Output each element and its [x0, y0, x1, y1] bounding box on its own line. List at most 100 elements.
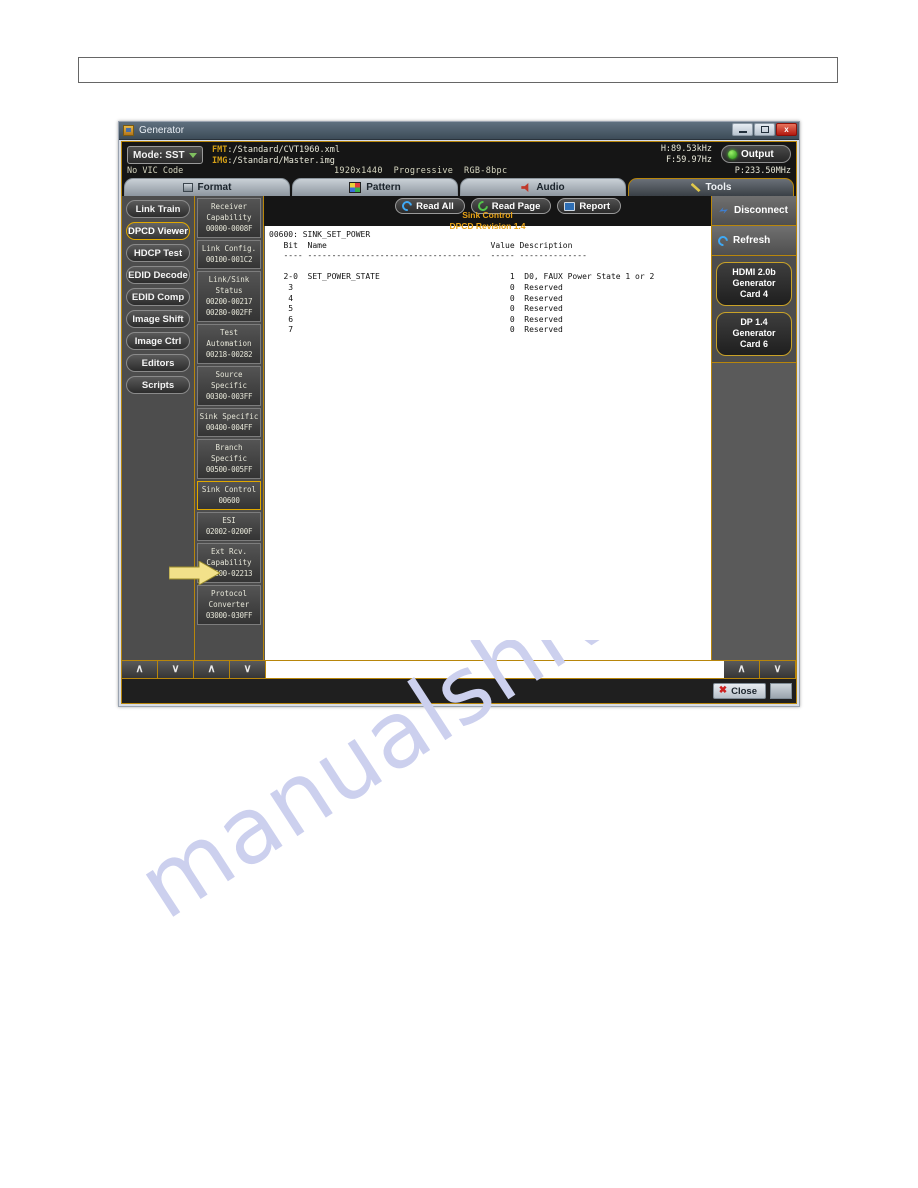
monitor-icon	[182, 183, 193, 192]
bottom-bar: ✖ Close	[122, 678, 796, 703]
speaker-icon	[521, 183, 529, 192]
resize-grip[interactable]	[770, 683, 792, 699]
range-link-config[interactable]: Link Config. 00100-001C2	[197, 240, 261, 269]
tab-format-label: Format	[197, 182, 232, 193]
card-dp-generator[interactable]: DP 1.4 Generator Card 6	[716, 312, 792, 356]
dpcd-revision-text: DPCD Revision 1.4	[449, 221, 526, 231]
range-sink-specific[interactable]: Sink Specific 00400-004FF	[197, 408, 261, 437]
dpcd-subtitle: Sink Control DPCD Revision 1.4	[264, 210, 711, 232]
range-name: Test Automation	[206, 328, 252, 348]
range-esi[interactable]: ESI 02002-0200F	[197, 512, 261, 541]
range-code: 00100-001C2	[205, 255, 253, 264]
nav-hdcp-test[interactable]: HDCP Test	[126, 244, 190, 262]
range-code-2: 00280-002FF	[205, 308, 253, 317]
range-test-automation[interactable]: Test Automation 00218-00282	[197, 324, 261, 364]
close-button[interactable]: ✖ Close	[712, 683, 766, 699]
range-name: Link Config.	[201, 244, 257, 253]
card-hdmi-generator[interactable]: HDMI 2.0b Generator Card 4	[716, 262, 792, 306]
disconnect-button[interactable]: Disconnect	[712, 196, 796, 226]
minimize-button[interactable]	[732, 123, 753, 136]
dpcd-section-title: Sink Control	[462, 210, 513, 220]
range-sink-control[interactable]: Sink Control 00600	[197, 481, 261, 510]
right-scroll-down-button[interactable]: ∨	[760, 661, 796, 678]
output-toggle-button[interactable]: Output	[721, 145, 791, 163]
card-line-3: Card 6	[739, 339, 768, 349]
nav-edid-decode[interactable]: EDID Decode	[126, 266, 190, 284]
close-window-button[interactable]: x	[776, 123, 797, 136]
colorimetry-text: RGB-8bpc	[464, 166, 508, 176]
chevron-down-icon: ∨	[773, 663, 782, 675]
app-icon	[123, 125, 134, 136]
range-code: 00400-004FF	[205, 423, 253, 432]
range-link-sink-status[interactable]: Link/Sink Status 00200-00217 00280-002FF	[197, 271, 261, 322]
nav-edid-comp[interactable]: EDID Comp	[126, 288, 190, 306]
range-name: Branch Specific	[210, 443, 248, 463]
range-source-specific[interactable]: Source Specific 00300-003FF	[197, 366, 261, 406]
status-strip: Mode: SST No VIC Code FMT:/Standard/CVT1…	[122, 142, 796, 178]
range-code: 00200-00217	[205, 297, 253, 306]
tab-audio[interactable]: Audio	[460, 178, 626, 196]
generator-app-window: Generator x Mode: SST No VIC Code FMT:/S…	[118, 121, 800, 707]
nav-dpcd-viewer[interactable]: DPCD Viewer	[126, 222, 190, 240]
tab-format[interactable]: Format	[124, 178, 290, 196]
window-controls: x	[732, 123, 797, 136]
tab-tools[interactable]: Tools	[628, 178, 794, 196]
arrow-row-spacer	[266, 661, 724, 678]
range-protocol-converter[interactable]: Protocol Converter 03000-030FF	[197, 585, 261, 625]
nav-scroll-down-button[interactable]: ∨	[158, 661, 194, 678]
tools-icon	[690, 183, 701, 192]
mode-dropdown[interactable]: Mode: SST	[127, 146, 203, 164]
main-column: Read All Read Page Report Sink Control D…	[264, 196, 711, 660]
tab-audio-label: Audio	[536, 182, 565, 193]
maximize-button[interactable]	[754, 123, 775, 136]
format-file-line: FMT:/Standard/CVT1960.xml	[212, 145, 340, 155]
range-scroll-down-button[interactable]: ∨	[230, 661, 266, 678]
range-code: 00600	[218, 496, 240, 505]
resolution-text: 1920x1440	[334, 166, 383, 176]
range-code: 02002-0200F	[205, 527, 253, 536]
range-code: 00000-0008F	[205, 224, 253, 233]
dpcd-register-output: 00600: SINK_SET_POWER Bit Name Value Des…	[264, 226, 711, 660]
chevron-up-icon: ∧	[737, 663, 746, 675]
nav-link-train[interactable]: Link Train	[126, 200, 190, 218]
nav-image-ctrl[interactable]: Image Ctrl	[126, 332, 190, 350]
annotation-arrow	[169, 561, 221, 585]
range-scroll-up-button[interactable]: ∧	[194, 661, 230, 678]
main-tabs: Format Pattern Audio Tools	[122, 178, 796, 196]
nav-scripts[interactable]: Scripts	[126, 376, 190, 394]
range-code: 00500-005FF	[205, 465, 253, 474]
right-panel-empty-area	[712, 362, 796, 660]
range-name: Receiver Capability	[206, 202, 252, 222]
close-label: Close	[731, 685, 757, 697]
range-receiver-capability[interactable]: Receiver Capability 00000-0008F	[197, 198, 261, 238]
right-action-column: Disconnect Refresh HDMI 2.0b Generator C…	[711, 196, 796, 660]
nav-image-shift[interactable]: Image Shift	[126, 310, 190, 328]
tab-pattern[interactable]: Pattern	[292, 178, 458, 196]
tool-nav-column: Link Train DPCD Viewer HDCP Test EDID De…	[122, 196, 195, 660]
fmt-value: :/Standard/CVT1960.xml	[227, 145, 340, 155]
img-key: IMG	[212, 156, 228, 166]
range-branch-specific[interactable]: Branch Specific 00500-005FF	[197, 439, 261, 479]
vic-code-text: No VIC Code	[127, 166, 184, 176]
range-code: 03000-030FF	[205, 611, 253, 620]
refresh-button[interactable]: Refresh	[712, 226, 796, 256]
refresh-icon	[715, 233, 731, 248]
h-frequency-text: H:89.53kHz	[660, 144, 712, 154]
chevron-up-icon: ∧	[207, 663, 216, 675]
chevron-down-icon: ∨	[171, 663, 180, 675]
nav-editors[interactable]: Editors	[126, 354, 190, 372]
right-scroll-up-button[interactable]: ∧	[724, 661, 760, 678]
window-titlebar: Generator x	[119, 122, 799, 140]
tab-pattern-label: Pattern	[366, 182, 401, 193]
scroll-arrow-row: ∧ ∨ ∧ ∨ ∧ ∨	[122, 660, 796, 678]
image-file-line: IMG:/Standard/Master.img	[212, 156, 335, 166]
document-header-box	[78, 57, 838, 83]
range-code: 00300-003FF	[205, 392, 253, 401]
range-code: 00218-00282	[205, 350, 253, 359]
fmt-key: FMT	[212, 145, 228, 155]
card-line-3: Card 4	[739, 289, 768, 299]
scan-text: Progressive	[393, 166, 454, 176]
nav-scroll-up-button[interactable]: ∧	[122, 661, 158, 678]
content-row: Link Train DPCD Viewer HDCP Test EDID De…	[122, 196, 796, 660]
disconnect-label: Disconnect	[734, 205, 788, 216]
